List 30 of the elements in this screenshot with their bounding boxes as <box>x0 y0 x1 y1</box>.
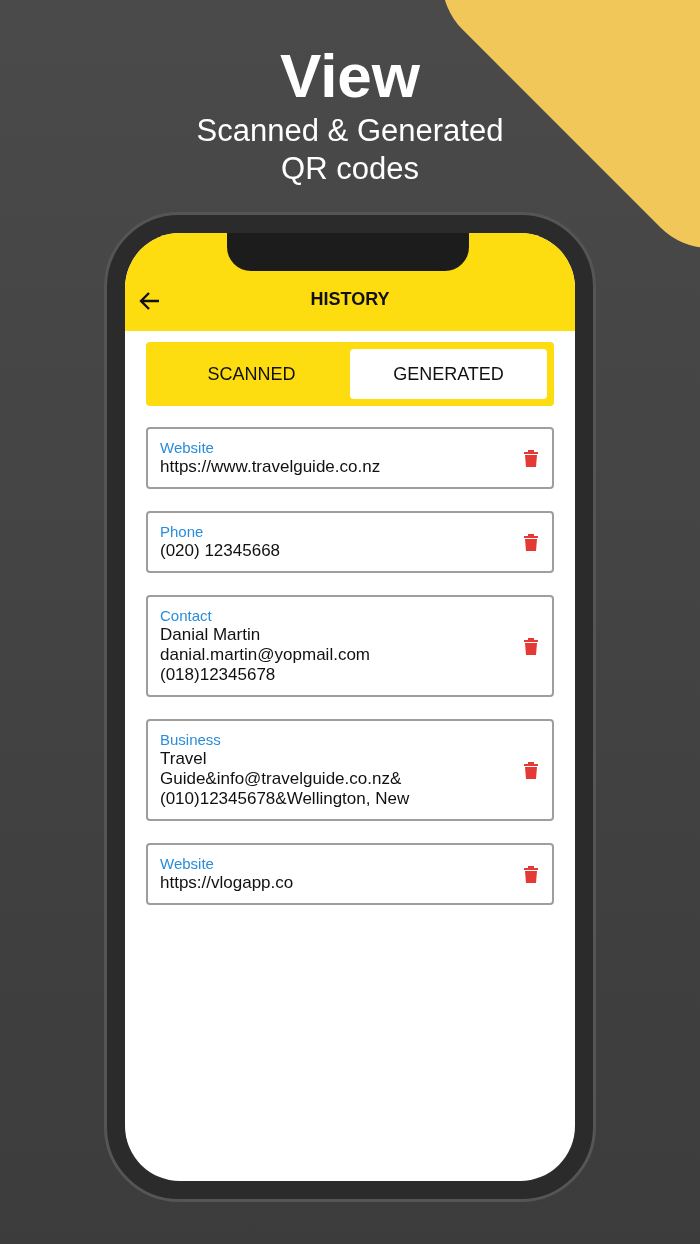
delete-icon[interactable] <box>524 533 538 551</box>
history-card[interactable]: Website https://vlogapp.co <box>146 843 554 905</box>
history-card[interactable]: Phone (020) 12345668 <box>146 511 554 573</box>
headline: View <box>279 40 421 112</box>
history-card[interactable]: Business Travel Guide&info@travelguide.co.nz& (010)12345678&Wellington, New <box>146 719 554 821</box>
type-label: Website <box>160 855 215 873</box>
delete-icon[interactable] <box>524 449 538 467</box>
back-icon[interactable] <box>139 291 161 311</box>
entry-text: https://vlogapp.co <box>160 873 295 893</box>
history-card[interactable]: Website https://www.travelguide.co.nz <box>146 427 554 489</box>
entry-text: (010)12345678&Wellington, New <box>160 789 411 809</box>
entry-text: (020) 12345668 <box>160 541 282 561</box>
type-label: Business <box>160 731 222 749</box>
tab[interactable]: SCANNED <box>153 349 350 399</box>
entry-text: Guide&info@travelguide.co.nz& <box>160 769 403 789</box>
entry-text: (018)12345678 <box>160 665 277 685</box>
entry-text: Travel <box>160 749 208 769</box>
delete-icon[interactable] <box>524 637 538 655</box>
subheadline: Scanned & Generated QR codes <box>196 112 504 188</box>
entry-text: https://www.travelguide.co.nz <box>160 457 382 477</box>
history-card[interactable]: Contact Danial Martin danial.martin@yopmail.com (018)12345678 <box>146 595 554 697</box>
type-label: Website <box>160 439 215 457</box>
type-label: Contact <box>160 607 213 625</box>
delete-icon[interactable] <box>524 865 538 883</box>
tab[interactable]: GENERATED <box>350 349 547 399</box>
screen-title: HISTORY <box>310 288 390 311</box>
delete-icon[interactable] <box>524 761 538 779</box>
entry-text: danial.martin@yopmail.com <box>160 645 371 665</box>
type-label: Phone <box>160 523 205 541</box>
entry-text: Danial Martin <box>160 625 262 645</box>
